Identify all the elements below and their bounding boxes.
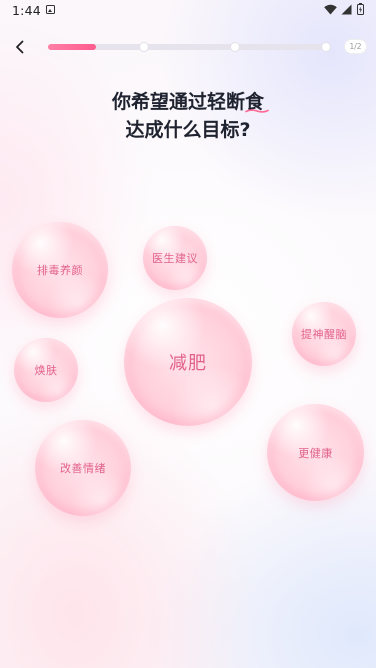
status-time: 1:44 [12, 3, 41, 18]
chevron-left-icon [16, 40, 24, 54]
goal-option-skin-renewal[interactable]: 焕肤 [14, 338, 78, 402]
notification-icon [46, 5, 55, 14]
goal-option-refresh-mind[interactable]: 提神醒脑 [292, 302, 356, 366]
back-button[interactable] [10, 37, 30, 57]
step-badge: 1/2 [345, 40, 366, 53]
goal-option-lose-weight[interactable]: 减肥 [124, 298, 252, 426]
battery-icon [357, 3, 364, 15]
progress-step-dot [231, 43, 239, 51]
progress-step-dot [140, 43, 148, 51]
status-bar: 1:44 [0, 0, 376, 22]
goal-option-label: 提神醒脑 [301, 328, 347, 341]
goal-option-label: 更健康 [298, 446, 333, 460]
goal-option-detox-beauty[interactable]: 排毒养颜 [12, 222, 108, 318]
title-line-1: 你希望通过轻断食 [111, 91, 264, 113]
goal-option-label: 改善情绪 [60, 462, 106, 475]
goal-option-label: 焕肤 [34, 364, 58, 377]
goal-option-label: 排毒养颜 [37, 264, 83, 277]
title-line-2: 达成什么目标? [125, 119, 251, 141]
page-title: 你希望通过轻断食 达成什么目标? [0, 88, 376, 144]
signal-icon [341, 4, 352, 15]
progress-bar [48, 43, 330, 51]
goal-option-label: 减肥 [169, 353, 207, 374]
goal-option-doctor-advice[interactable]: 医生建议 [143, 226, 207, 290]
progress-step-dot [322, 43, 330, 51]
goal-option-improve-mood[interactable]: 改善情绪 [35, 420, 131, 516]
title-underline-decoration [245, 109, 269, 113]
goal-option-healthier[interactable]: 更健康 [267, 404, 364, 501]
wifi-icon [324, 4, 337, 15]
goal-option-label: 医生建议 [152, 252, 198, 265]
progress-fill [48, 44, 96, 50]
